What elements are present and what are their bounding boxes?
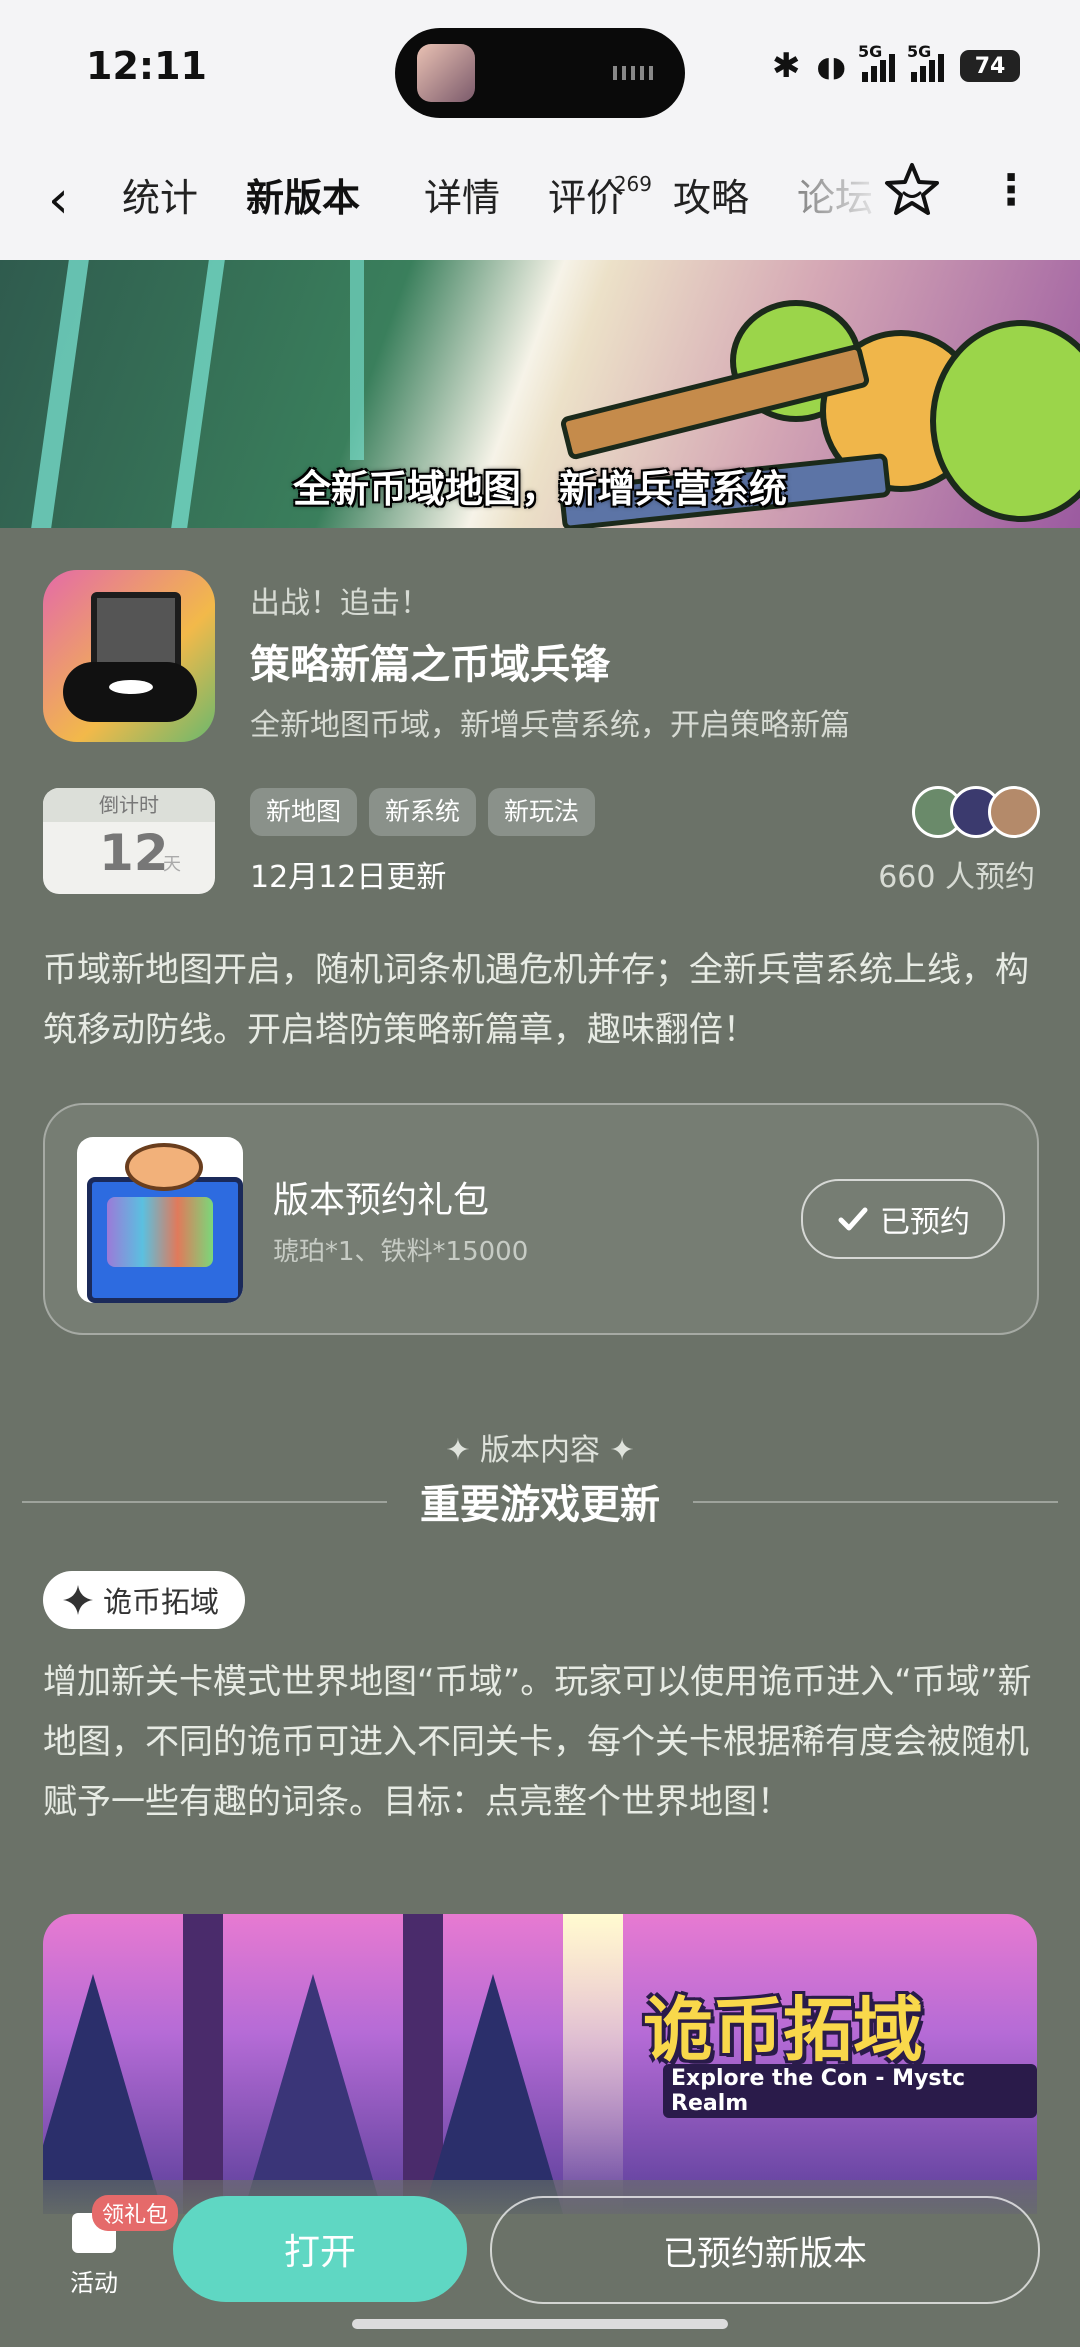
star-favorite-icon[interactable]	[882, 160, 942, 220]
reservation-count: 660 人预约	[878, 860, 1035, 895]
feature-image-subtitle: Explore the Con - Mystc Realm	[663, 2064, 1037, 2118]
tab-details[interactable]: 详情	[424, 168, 500, 228]
more-options-icon[interactable]: ⋮	[990, 166, 1032, 214]
feature-text: 增加新关卡模式世界地图“币域”。玩家可以使用诡币进入“币域”新地图，不同的诡币可…	[43, 1662, 1032, 1822]
status-icons: ✱ ◖◗ 5G 5G 74	[771, 42, 1020, 88]
tab-new-version[interactable]: 新版本	[237, 168, 369, 228]
gift-reserved-button[interactable]: 已预约	[801, 1179, 1005, 1259]
countdown-unit: 天	[163, 854, 181, 875]
tab-guides[interactable]: 攻略	[673, 168, 749, 228]
feature-chip: 诡币拓域	[43, 1571, 246, 1629]
tag-new-gameplay[interactable]: 新玩法	[488, 788, 596, 836]
avatar	[988, 786, 1040, 838]
open-button[interactable]: 打开	[173, 2196, 467, 2302]
bluetooth-icon: ✱	[771, 46, 801, 86]
gift-button-label: 已预约	[880, 1205, 970, 1240]
version-banner: 全新币域地图，新增兵营系统	[0, 260, 1080, 528]
game-app-icon[interactable]	[43, 570, 215, 742]
feature-image-title: 诡币拓域	[643, 1989, 923, 2071]
banner-caption: 全新币域地图，新增兵营系统	[292, 467, 787, 511]
activity-entry[interactable]: 领礼包 活动	[60, 2195, 179, 2297]
countdown-value: 12	[99, 824, 169, 882]
activity-label: 活动	[70, 2269, 118, 2297]
tag-new-map[interactable]: 新地图	[250, 788, 358, 836]
tab-stats[interactable]: 统计	[122, 168, 198, 228]
section-heading: 重要游戏更新	[420, 1482, 660, 1528]
tab-fade	[800, 160, 890, 230]
gift-box-image	[77, 1137, 243, 1303]
earbuds-icon: ◖◗	[816, 49, 846, 83]
gift-contents: 琥珀*1、铁料*15000	[273, 1237, 529, 1267]
dynamic-island[interactable]	[395, 28, 685, 118]
version-subtitle: 出战！追击！	[250, 586, 430, 621]
reserver-avatars	[912, 786, 1040, 838]
tab-reviews-label: 评价	[548, 176, 625, 220]
countdown-card: 倒计时 12 天	[43, 788, 215, 894]
back-arrow-icon[interactable]: ‹	[48, 170, 69, 230]
version-description: 全新地图币域，新增兵营系统，开启策略新篇	[250, 708, 850, 743]
checkmark-icon	[838, 1207, 868, 1231]
section-kicker: ✦ 版本内容 ✦	[445, 1433, 635, 1468]
activity-badge: 领礼包	[92, 2195, 179, 2231]
feature-tags: 新地图 新系统 新玩法	[250, 788, 596, 836]
feature-image[interactable]: 诡币拓域 Explore the Con - Mystc Realm	[43, 1914, 1037, 2214]
tab-reviews[interactable]: 评价 269	[548, 168, 652, 228]
feature-chip-label: 诡币拓域	[103, 1585, 220, 1619]
battery-indicator: 74	[960, 50, 1020, 82]
gift-title: 版本预约礼包	[273, 1180, 490, 1221]
countdown-label: 倒计时	[43, 788, 215, 822]
intro-text: 币域新地图开启，随机词条机遇危机并存；全新兵营系统上线，构筑移动防线。开启塔防策…	[43, 950, 1029, 1050]
audio-wave-icon	[613, 66, 657, 80]
cellular-signal-2: 5G	[907, 42, 944, 82]
gift-pack-card[interactable]: 版本预约礼包 琥珀*1、铁料*15000 已预约	[43, 1103, 1039, 1335]
tag-new-system[interactable]: 新系统	[369, 788, 477, 836]
version-title: 策略新篇之币域兵锋	[250, 642, 610, 688]
cellular-signal-1: 5G	[858, 42, 895, 82]
status-time: 12:11	[86, 44, 207, 88]
home-indicator[interactable]	[352, 2319, 728, 2329]
review-count-badge: 269	[613, 172, 653, 196]
media-thumbnail	[417, 44, 475, 102]
status-bar: 12:11 ✱ ◖◗ 5G 5G 74	[0, 0, 1080, 140]
reserve-new-version-button[interactable]: 已预约新版本	[490, 2196, 1040, 2304]
sparkle-icon	[63, 1585, 93, 1615]
update-date: 12月12日更新	[250, 860, 447, 895]
